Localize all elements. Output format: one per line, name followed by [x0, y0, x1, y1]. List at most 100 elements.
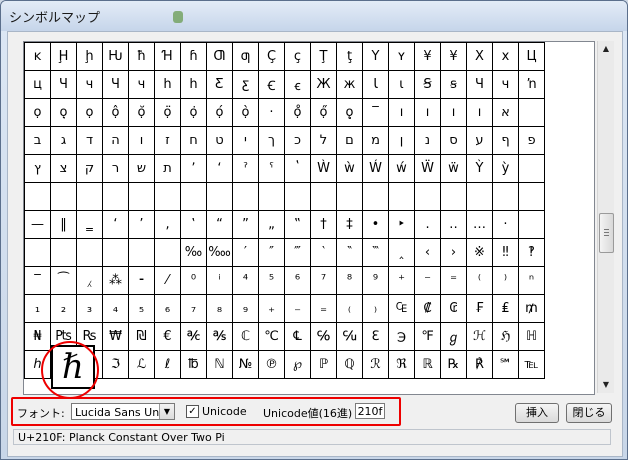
character-cell[interactable]: ₊	[258, 294, 285, 323]
character-cell[interactable]: ƹ	[232, 70, 259, 99]
character-cell[interactable]: ⁀	[50, 266, 77, 295]
character-cell[interactable]: ч	[76, 70, 103, 99]
character-cell[interactable]: ₎	[362, 294, 389, 323]
character-cell[interactable]: ך	[258, 126, 285, 155]
character-cell[interactable]: ч	[128, 70, 155, 99]
character-cell[interactable]: ọ̊	[284, 98, 311, 127]
character-cell[interactable]	[154, 238, 181, 267]
scroll-down-arrow-icon[interactable]: ▼	[598, 377, 614, 393]
character-cell[interactable]: ℀	[180, 322, 207, 351]
character-cell[interactable]: ‾	[24, 266, 51, 295]
character-cell[interactable]: ר	[102, 154, 129, 183]
dropdown-arrow-icon[interactable]: ▼	[159, 404, 174, 419]
character-cell[interactable]: ¥	[440, 42, 467, 71]
character-cell[interactable]: ƣ	[232, 42, 259, 71]
character-cell[interactable]: ℈	[388, 322, 415, 351]
character-cell[interactable]: ″	[258, 238, 285, 267]
character-cell[interactable]: ọ̣	[50, 98, 77, 127]
character-cell[interactable]: ⁃	[128, 266, 155, 295]
character-cell[interactable]: ז	[154, 126, 181, 155]
character-table[interactable]: ĸ Ḩḩ Ƕħ Ɦɦ Ƣƣ Çç Ţţ Yʏ ¥ ¥ Xx Цц Чч Чч h h Ƹƹ Ꞓꞓ Жж Ɩɩ Ꞩꞩ Чч ŉ…	[24, 42, 545, 379]
character-cell[interactable]: ד	[76, 126, 103, 155]
character-cell[interactable]	[518, 154, 545, 183]
character-cell[interactable]: ‶	[336, 238, 363, 267]
character-cell[interactable]: ‱	[206, 238, 233, 267]
character-grid[interactable]: ĸ Ḩḩ Ƕħ Ɦɦ Ƣƣ Çç Ţţ Yʏ ¥ ¥ Xx Цц Чч Чч h h Ƹƹ Ꞓꞓ Жж Ɩɩ Ꞩꞩ Чч ŉ…	[23, 41, 595, 395]
character-cell[interactable]: ₣	[466, 294, 493, 323]
character-cell[interactable]: ‽	[518, 238, 545, 267]
character-cell[interactable]: ọ̋	[310, 98, 337, 127]
character-cell[interactable]: ℅	[310, 322, 337, 351]
character-cell[interactable]: ℛ	[362, 350, 389, 379]
character-cell[interactable]: ₩	[102, 322, 129, 351]
character-cell[interactable]: ⁸	[336, 266, 363, 295]
character-cell[interactable]: ‷	[362, 238, 389, 267]
character-cell[interactable]: ḩ	[76, 42, 103, 71]
character-cell[interactable]: ℉	[414, 322, 441, 351]
scroll-up-arrow-icon[interactable]: ▲	[598, 41, 614, 57]
character-cell[interactable]: ℞	[440, 350, 467, 379]
character-cell[interactable]: ℗	[258, 350, 285, 379]
character-cell[interactable]: י	[232, 126, 259, 155]
vertical-scrollbar[interactable]: ▲ ▼	[597, 41, 614, 393]
character-cell[interactable]: Ɩ	[362, 70, 389, 99]
character-cell[interactable]: ọ̆	[128, 98, 155, 127]
character-cell[interactable]: ℜ	[388, 350, 415, 379]
character-cell[interactable]: ₈	[206, 294, 233, 323]
character-cell[interactable]	[102, 238, 129, 267]
character-cell[interactable]: ⁴	[232, 266, 259, 295]
character-cell[interactable]	[50, 238, 77, 267]
character-cell[interactable]: X	[466, 42, 493, 71]
character-cell[interactable]: ỳ	[492, 154, 519, 183]
character-cell[interactable]: ⁷	[310, 266, 337, 295]
unicode-checkbox[interactable]: ✓	[186, 405, 199, 418]
character-cell[interactable]	[518, 98, 545, 127]
character-cell[interactable]: ₤	[492, 294, 519, 323]
character-cell[interactable]	[518, 210, 545, 239]
character-cell[interactable]: ʏ	[388, 42, 415, 71]
character-cell[interactable]: Ẃ	[362, 154, 389, 183]
character-cell[interactable]: פ	[518, 126, 545, 155]
character-cell[interactable]: h	[154, 70, 181, 99]
character-cell[interactable]: ‖	[50, 210, 77, 239]
character-cell[interactable]: ₥	[518, 294, 545, 323]
character-cell[interactable]: Ꞩ	[414, 70, 441, 99]
character-cell[interactable]: ℂ	[232, 322, 259, 351]
character-cell[interactable]: ₠	[388, 294, 415, 323]
character-cell[interactable]: Ƣ	[206, 42, 233, 71]
character-cell[interactable]: ꞩ	[440, 70, 467, 99]
character-cell[interactable]	[310, 182, 337, 211]
character-cell[interactable]: ₂	[50, 294, 77, 323]
character-cell[interactable]: ‵	[310, 238, 337, 267]
character-cell[interactable]: ו	[128, 126, 155, 155]
character-cell[interactable]	[102, 182, 129, 211]
character-cell[interactable]: ц	[24, 70, 51, 99]
character-cell[interactable]: ח	[180, 126, 207, 155]
character-cell[interactable]: ₋	[284, 294, 311, 323]
character-cell[interactable]: ℓ	[154, 350, 181, 379]
character-cell[interactable]: נ	[414, 126, 441, 155]
character-cell[interactable]: ı	[414, 98, 441, 127]
character-cell[interactable]: ₢	[440, 294, 467, 323]
character-cell[interactable]: ç	[284, 42, 311, 71]
character-cell[interactable]: ℋ	[466, 322, 493, 351]
character-cell[interactable]: ℘	[284, 350, 311, 379]
character-cell[interactable]: ץ	[24, 154, 51, 183]
character-cell[interactable]: ℕ	[206, 350, 233, 379]
character-cell[interactable]: Ч	[102, 70, 129, 99]
character-cell[interactable]	[258, 182, 285, 211]
character-cell[interactable]: ן	[388, 126, 415, 155]
character-cell[interactable]: צ	[50, 154, 77, 183]
character-cell[interactable]	[440, 182, 467, 211]
character-cell[interactable]: כ	[284, 126, 311, 155]
character-cell[interactable]: ˀ	[232, 154, 259, 183]
character-cell[interactable]: ₡	[414, 294, 441, 323]
character-cell[interactable]: ọ̈	[154, 98, 181, 127]
character-cell[interactable]: ₄	[102, 294, 129, 323]
character-cell[interactable]	[128, 182, 155, 211]
character-cell[interactable]: ‟	[284, 210, 311, 239]
character-cell[interactable]	[336, 182, 363, 211]
character-cell[interactable]	[284, 182, 311, 211]
character-cell[interactable]: ⁹	[362, 266, 389, 295]
character-cell[interactable]: ℄	[284, 322, 311, 351]
